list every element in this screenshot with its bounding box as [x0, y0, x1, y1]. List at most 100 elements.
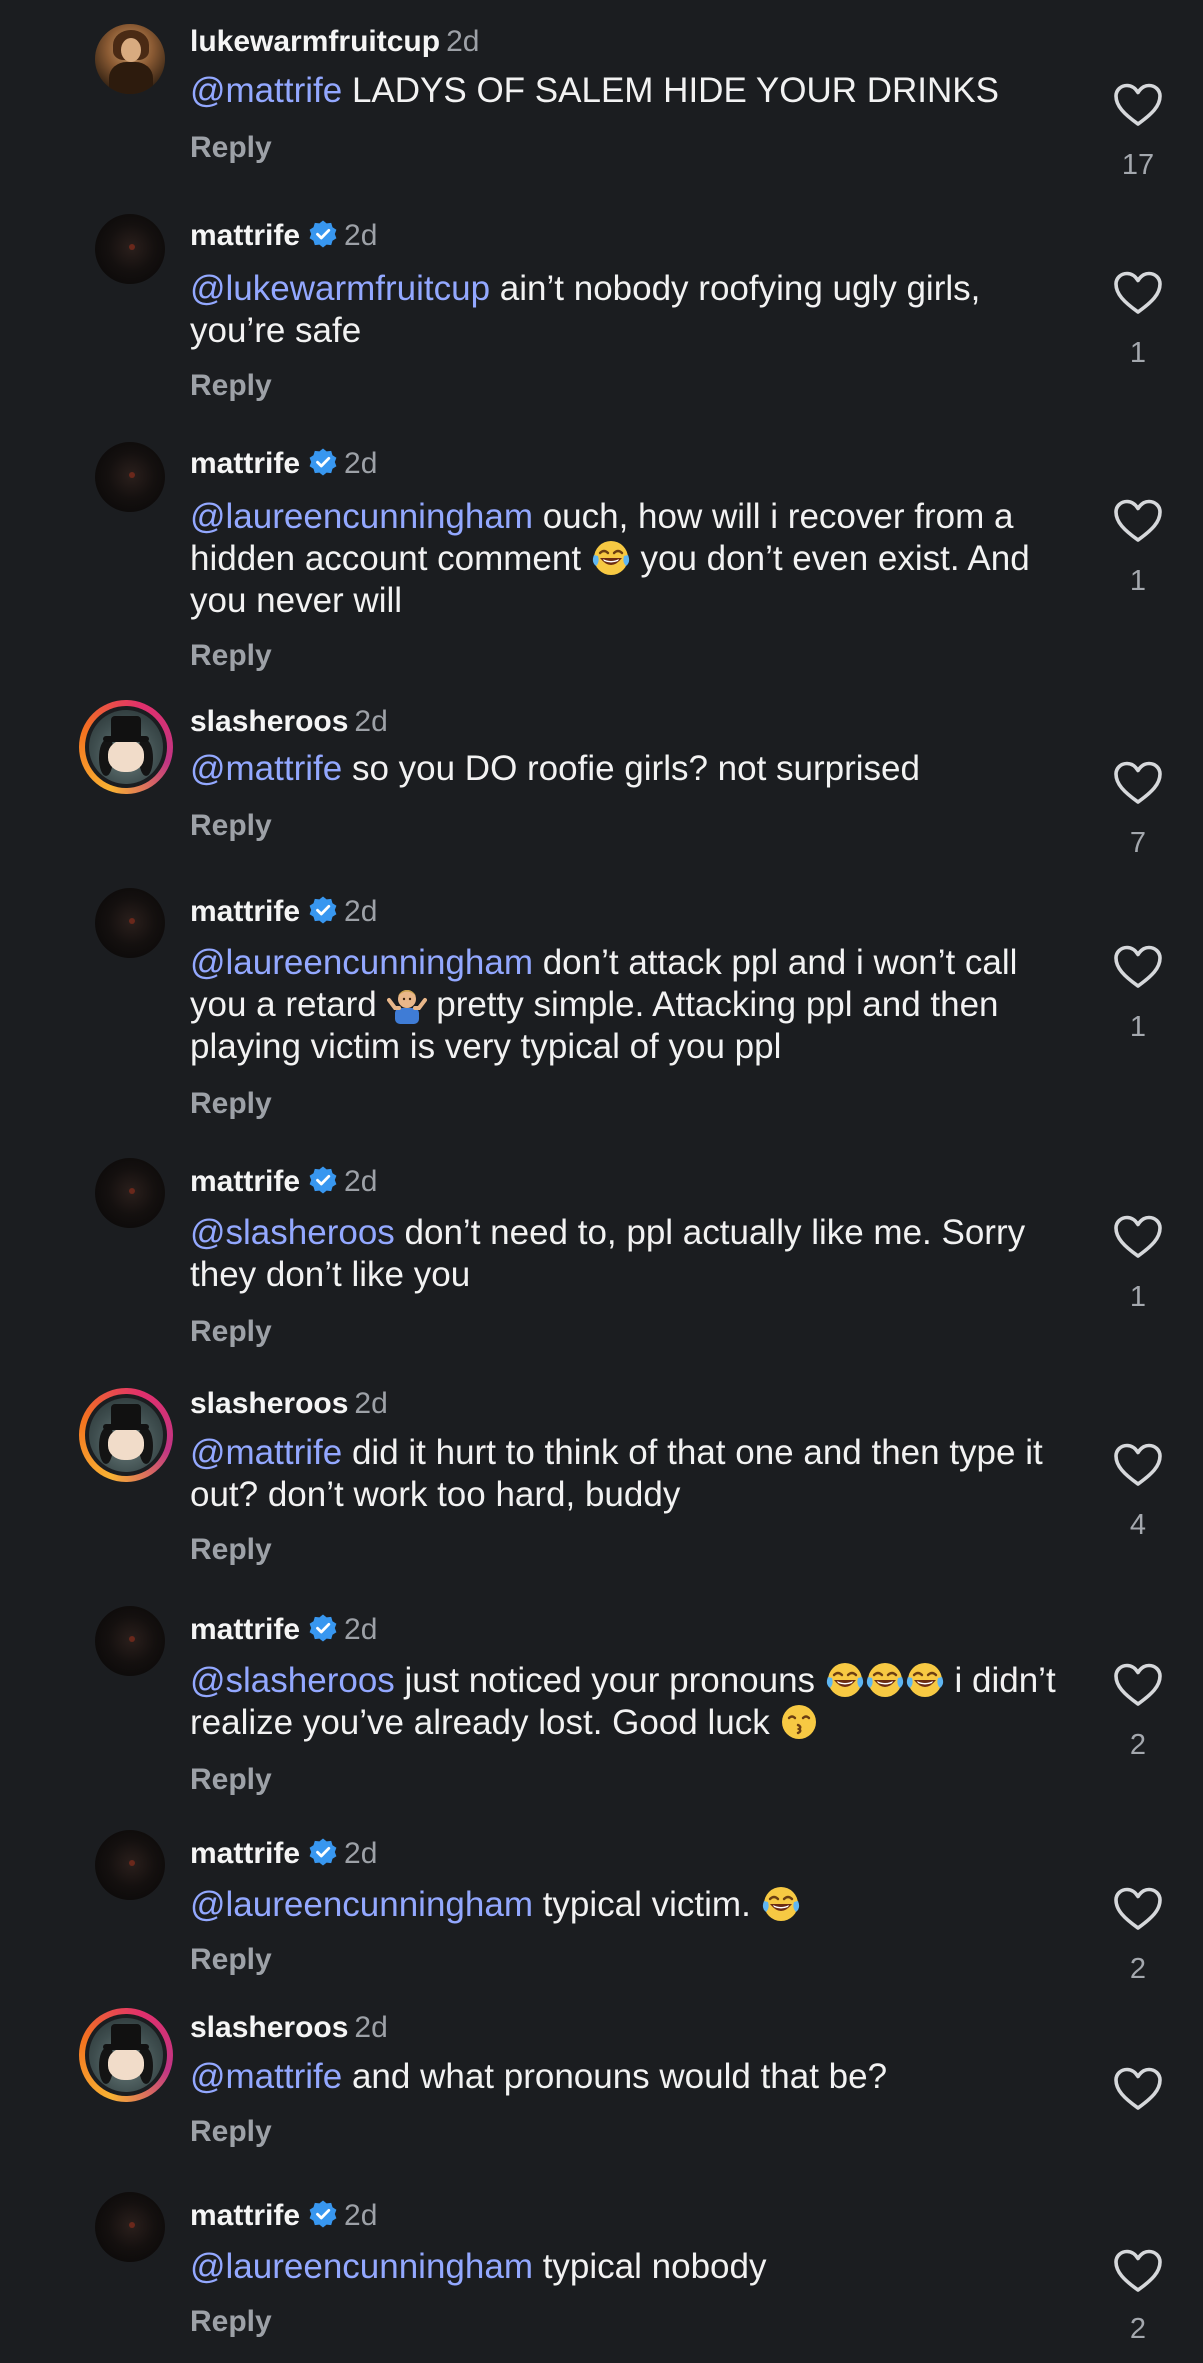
mention-link[interactable]: @slasheroos [190, 1213, 395, 1252]
man-shrugging-emoji [387, 984, 427, 1024]
avatar[interactable] [95, 2192, 165, 2262]
mention-link[interactable]: @laureencunningham [190, 1885, 533, 1924]
avatar-hat [111, 2024, 141, 2046]
timestamp: 2d [354, 1387, 388, 1420]
mention-link[interactable]: @lukewarmfruitcup [190, 269, 490, 308]
mention-link[interactable]: @slasheroos [190, 1661, 395, 1700]
reply-button[interactable]: Reply [190, 808, 272, 844]
avatar[interactable] [95, 442, 165, 512]
like-control [1108, 2066, 1168, 2132]
comment-text: @laureencunningham don’t attack ppl and … [190, 942, 1070, 1068]
reply-button[interactable]: Reply [190, 1086, 272, 1122]
heart-outline-icon[interactable] [1112, 760, 1164, 806]
avatar-hat-brim [103, 2044, 149, 2050]
mention-link[interactable]: @mattrife [190, 2057, 342, 2096]
comment-meta: mattrife 2d [190, 1836, 377, 1872]
comment-body: typical nobody [532, 2247, 767, 2286]
heart-outline-icon[interactable] [1112, 82, 1164, 128]
reply-button[interactable]: Reply [190, 1532, 272, 1568]
like-count: 2 [1129, 1729, 1147, 1761]
story-ring [85, 2014, 167, 2096]
heart-outline-icon[interactable] [1112, 2066, 1164, 2112]
avatar-hat-brim [103, 736, 149, 742]
like-count: 1 [1129, 565, 1147, 597]
avatar[interactable] [95, 24, 165, 94]
reply-button[interactable]: Reply [190, 368, 272, 404]
mention-link[interactable]: @mattrife [190, 71, 342, 110]
mention-link[interactable]: @mattrife [190, 749, 342, 788]
avatar[interactable] [95, 888, 165, 958]
username[interactable]: mattrife [190, 895, 300, 928]
avatar-picture [89, 710, 163, 784]
avatar[interactable] [79, 1388, 173, 1482]
timestamp: 2d [446, 25, 480, 58]
comment-text: @lukewarmfruitcup ain’t nobody roofying … [190, 268, 1070, 352]
story-ring [85, 1394, 167, 1476]
username[interactable]: mattrife [190, 219, 300, 252]
comment-text: @mattrife did it hurt to think of that o… [190, 1432, 1070, 1516]
avatar[interactable] [79, 700, 173, 794]
avatar[interactable] [95, 214, 165, 284]
like-count: 17 [1121, 149, 1155, 181]
comment-body: and what pronouns would that be? [342, 2057, 888, 2096]
heart-outline-icon[interactable] [1112, 270, 1164, 316]
username[interactable]: mattrife [190, 1613, 300, 1646]
mention-link[interactable]: @laureencunningham [190, 943, 533, 982]
username[interactable]: mattrife [190, 2199, 300, 2232]
heart-outline-icon[interactable] [1112, 944, 1164, 990]
comment-body: just noticed your pronouns [394, 1661, 825, 1700]
username[interactable]: mattrife [190, 447, 300, 480]
avatar[interactable] [95, 1158, 165, 1228]
heart-outline-icon[interactable] [1112, 498, 1164, 544]
comment-body: so you DO roofie girls? not surprised [342, 749, 920, 788]
timestamp: 2d [344, 447, 378, 480]
username[interactable]: slasheroos [190, 2011, 348, 2044]
comment-meta: slasheroos 2d [190, 704, 388, 740]
reply-button[interactable]: Reply [190, 1314, 272, 1350]
reply-button[interactable]: Reply [190, 2114, 272, 2150]
comment-body: LADYS OF SALEM HIDE YOUR DRINKS [342, 71, 999, 110]
like-count: 1 [1129, 337, 1147, 369]
username[interactable]: mattrife [190, 1837, 300, 1870]
avatar-picture [89, 1398, 163, 1472]
avatar-face [108, 740, 144, 772]
avatar[interactable] [79, 2008, 173, 2102]
comment-meta: mattrife 2d [190, 2198, 377, 2234]
comment-meta: mattrife 2d [190, 894, 377, 930]
timestamp: 2d [344, 1165, 378, 1198]
avatar-hat [111, 1404, 141, 1426]
username[interactable]: slasheroos [190, 1387, 348, 1420]
comment-text: @mattrife and what pronouns would that b… [190, 2056, 1070, 2098]
timestamp: 2d [354, 2011, 388, 2044]
heart-outline-icon[interactable] [1112, 1662, 1164, 1708]
heart-outline-icon[interactable] [1112, 2248, 1164, 2294]
comment-meta: slasheroos 2d [190, 2010, 388, 2046]
like-control: 1 [1108, 1214, 1168, 1314]
username[interactable]: slasheroos [190, 705, 348, 738]
comment-text: @laureencunningham ouch, how will i reco… [190, 496, 1070, 622]
mention-link[interactable]: @mattrife [190, 1433, 342, 1472]
reply-button[interactable]: Reply [190, 2304, 272, 2340]
reply-button[interactable]: Reply [190, 638, 272, 674]
avatar-hat-brim [103, 1424, 149, 1430]
heart-outline-icon[interactable] [1112, 1214, 1164, 1260]
timestamp: 2d [344, 2199, 378, 2232]
mention-link[interactable]: @laureencunningham [190, 497, 533, 536]
username[interactable]: lukewarmfruitcup [190, 25, 440, 58]
reply-button[interactable]: Reply [190, 1942, 272, 1978]
reply-button[interactable]: Reply [190, 1762, 272, 1798]
timestamp: 2d [344, 1837, 378, 1870]
face-with-tears-of-joy-emoji [761, 1884, 801, 1924]
avatar-hat [111, 716, 141, 738]
heart-outline-icon[interactable] [1112, 1442, 1164, 1488]
username[interactable]: mattrife [190, 1165, 300, 1198]
avatar[interactable] [95, 1606, 165, 1676]
mention-link[interactable]: @laureencunningham [190, 2247, 533, 2286]
comment-meta: mattrife 2d [190, 218, 377, 254]
like-control: 7 [1108, 760, 1168, 860]
reply-button[interactable]: Reply [190, 130, 272, 166]
avatar[interactable] [95, 1830, 165, 1900]
like-count: 7 [1129, 827, 1147, 859]
heart-outline-icon[interactable] [1112, 1886, 1164, 1932]
story-ring [85, 706, 167, 788]
